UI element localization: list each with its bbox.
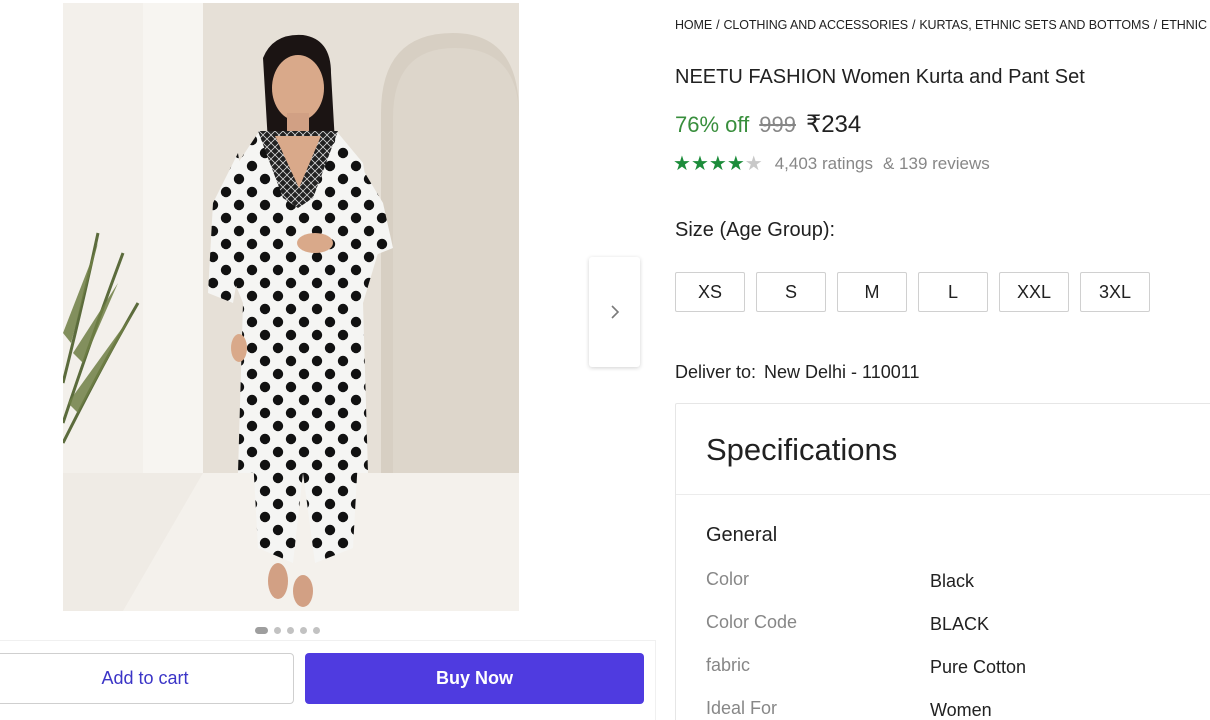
next-image-button[interactable] [589, 257, 640, 367]
carousel-dot[interactable] [313, 626, 320, 634]
breadcrumb-kurtas[interactable]: KURTAS, ETHNIC SETS AND BOTTOMS [919, 18, 1149, 32]
size-option-3xl[interactable]: 3XL [1080, 272, 1150, 312]
size-option-xs[interactable]: XS [675, 272, 745, 312]
spec-key: Color [706, 569, 750, 589]
price-row: 76% off 999 ₹234 [675, 110, 861, 139]
chevron-right-icon [610, 305, 619, 319]
size-option-xxl[interactable]: XXL [999, 272, 1069, 312]
star-icon: ★ [673, 153, 691, 175]
carousel-dots [255, 626, 320, 634]
breadcrumb: HOME / CLOTHING AND ACCESSORIES / KURTAS, ET… [675, 18, 1207, 32]
rating-row: ★★★★★ 4,403 ratings & 139 reviews [673, 151, 990, 176]
selling-price: ₹234 [805, 111, 862, 138]
size-option-m[interactable]: M [837, 272, 907, 312]
star-empty-icon: ★ [744, 153, 763, 175]
product-image[interactable] [63, 3, 519, 611]
reviews-count[interactable]: & 139 reviews [883, 154, 990, 174]
action-bar: Add to cart Buy Now [0, 640, 656, 720]
spec-value: Women [930, 700, 992, 720]
breadcrumb-home[interactable]: HOME [675, 18, 712, 32]
product-title: NEETU FASHION Women Kurta and Pant Set [675, 66, 1085, 88]
add-to-cart-button[interactable]: Add to cart [0, 653, 294, 704]
carousel-dot[interactable] [287, 626, 294, 634]
deliver-row: Deliver to: New Delhi - 110011 [675, 362, 919, 383]
carousel-dot[interactable] [255, 626, 268, 634]
star-icon: ★ [708, 153, 727, 175]
star-rating: ★★★★★ [673, 151, 763, 176]
ratings-count[interactable]: 4,403 ratings [775, 154, 873, 174]
discount-percent: 76% off [675, 112, 750, 137]
deliver-label: Deliver to: [675, 362, 757, 382]
breadcrumb-clothing[interactable]: CLOTHING AND ACCESSORIES [723, 18, 908, 32]
spec-value: Black [930, 571, 975, 591]
breadcrumb-ethnic[interactable]: ETHNIC [1161, 18, 1207, 32]
spec-key: Ideal For [706, 698, 778, 718]
buy-now-button[interactable]: Buy Now [305, 653, 644, 704]
carousel-dot[interactable] [300, 626, 307, 634]
product-page: Add to cart Buy Now HOME / CLOTHING AND AC… [0, 0, 1210, 720]
size-options: XS S M L XXL 3XL [675, 272, 1150, 312]
star-icon: ★ [690, 153, 709, 175]
star-icon: ★ [726, 153, 745, 175]
spec-key: Color Code [706, 612, 798, 632]
specifications-title: Specifications [676, 404, 1210, 495]
carousel-dot[interactable] [274, 626, 281, 634]
delivery-location[interactable]: New Delhi - 110011 [764, 362, 919, 382]
spec-group-title: General [706, 524, 778, 546]
size-option-l[interactable]: L [918, 272, 988, 312]
spec-key: fabric [706, 655, 751, 675]
specifications-card: Specifications General Color Black Color… [675, 403, 1210, 720]
spec-value: Pure Cotton [930, 657, 1027, 677]
size-option-s[interactable]: S [756, 272, 826, 312]
spec-value: BLACK [930, 614, 990, 634]
size-label: Size (Age Group): [675, 219, 836, 241]
product-photo [63, 3, 519, 611]
original-price: 999 [759, 112, 796, 137]
